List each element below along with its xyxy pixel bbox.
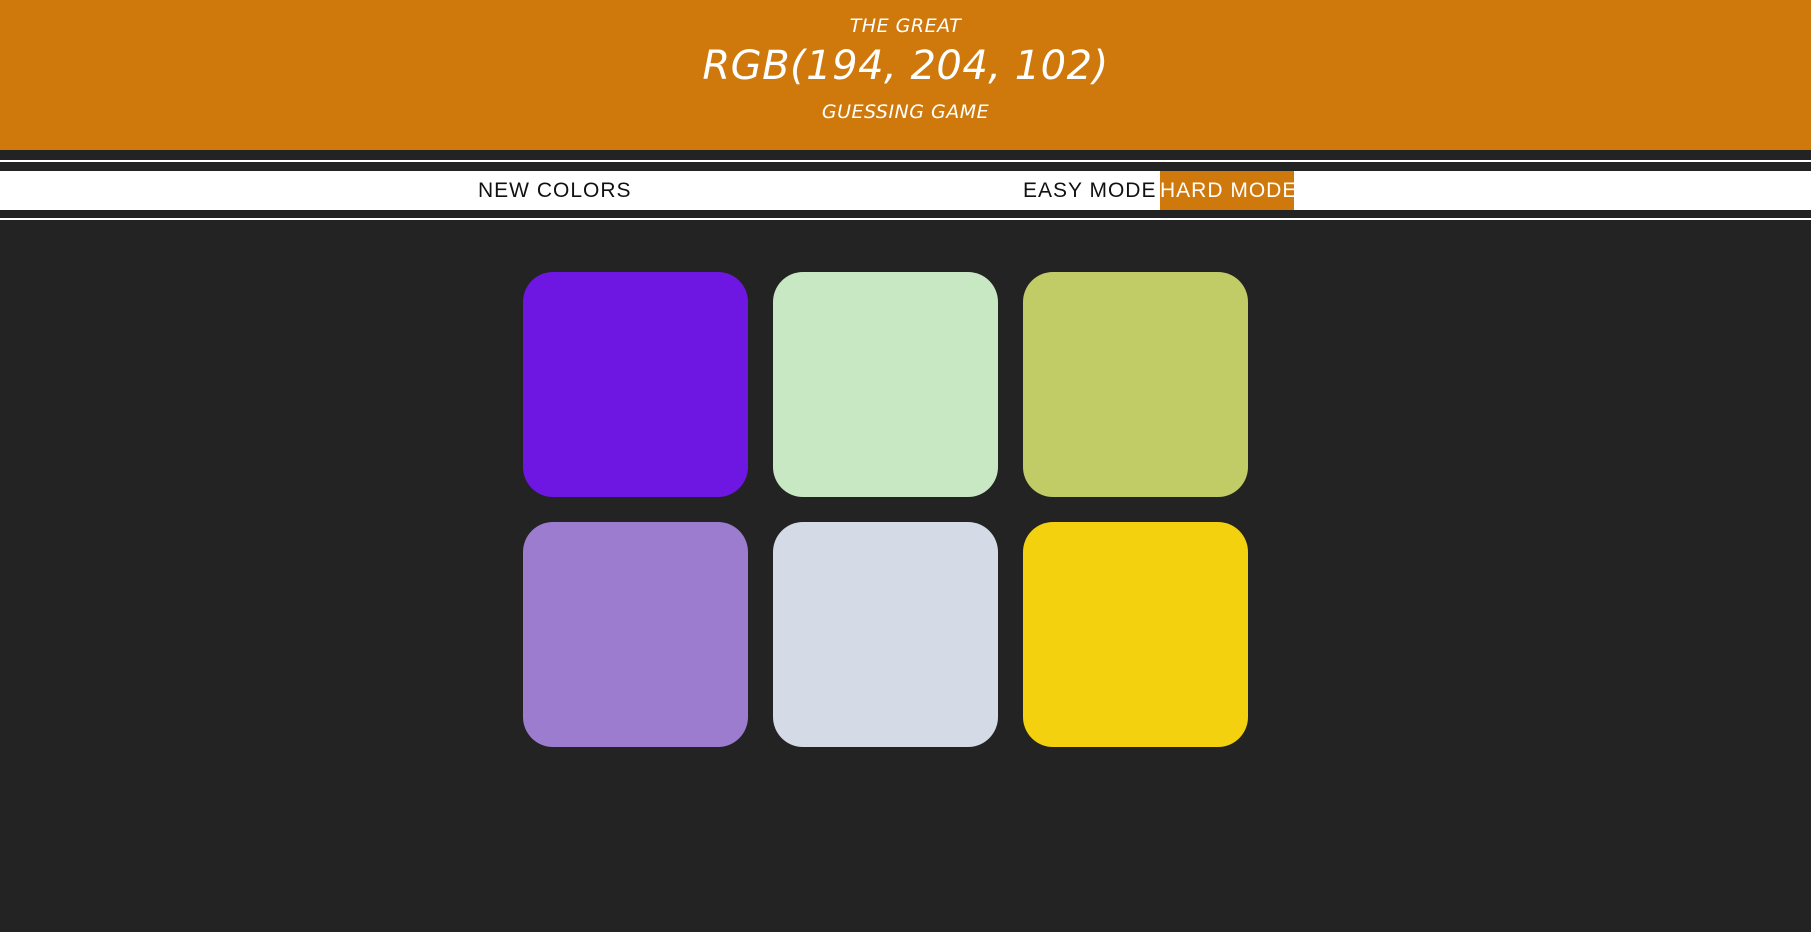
title-prefix: THE GREAT bbox=[849, 15, 962, 37]
title-suffix: GUESSING GAME bbox=[821, 101, 990, 123]
control-bar: NEW COLORS EASY MODE HARD MODE bbox=[0, 171, 1811, 210]
color-square[interactable] bbox=[1023, 272, 1248, 497]
target-color-display: RGB(194, 204, 102) bbox=[702, 43, 1109, 89]
easy-mode-button[interactable]: EASY MODE bbox=[1017, 171, 1162, 210]
color-square[interactable] bbox=[1023, 522, 1248, 747]
bottom-divider bbox=[0, 218, 1811, 220]
color-square[interactable] bbox=[523, 272, 748, 497]
color-square[interactable] bbox=[523, 522, 748, 747]
header-banner: THE GREAT RGB(194, 204, 102) GUESSING GA… bbox=[0, 0, 1811, 150]
top-divider bbox=[0, 160, 1811, 162]
color-square[interactable] bbox=[773, 272, 998, 497]
new-colors-button[interactable]: NEW COLORS bbox=[472, 171, 638, 210]
color-grid bbox=[523, 272, 1248, 747]
hard-mode-button[interactable]: HARD MODE bbox=[1160, 171, 1296, 210]
color-square[interactable] bbox=[773, 522, 998, 747]
